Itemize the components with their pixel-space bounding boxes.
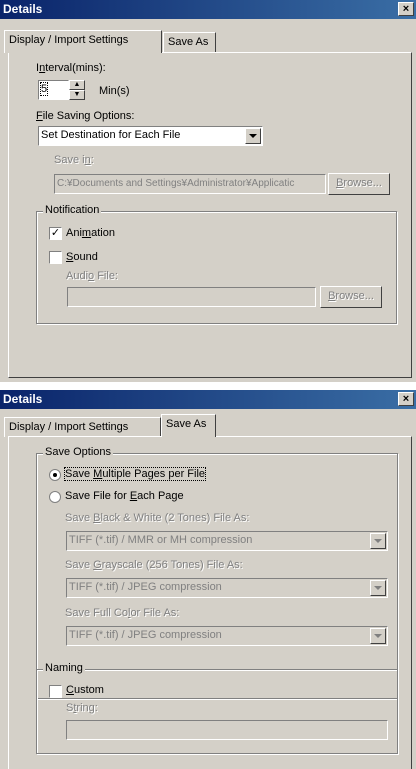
save-in-path-field: C:¥Documents and Settings¥Administrator¥… xyxy=(54,174,326,194)
full-color-format-label: Save Full Color File As: xyxy=(65,607,180,619)
naming-legend: Naming xyxy=(43,662,85,674)
tab-panel: Save Options Save Multiple Pages per Fil… xyxy=(8,436,412,769)
bw-format-label: Save Black & White (2 Tones) File As: xyxy=(65,512,250,524)
details-dialog-save-as-tab: Details × Display / Import Settings Save… xyxy=(0,390,416,769)
custom-label[interactable]: Custom xyxy=(66,684,104,696)
title-bar: Details × xyxy=(0,0,416,19)
animation-label[interactable]: Animation xyxy=(66,227,115,239)
tab-panel: Interval(mins): 5 ▲ ▼ Min(s) File Saving… xyxy=(8,52,412,378)
tab-label: Display / Import Settings xyxy=(9,421,129,433)
string-field xyxy=(66,720,388,740)
tab-save-as[interactable]: Save As xyxy=(163,32,216,52)
tab-display-import-settings[interactable]: Display / Import Settings xyxy=(4,417,161,437)
interval-spinner[interactable]: ▲ ▼ xyxy=(69,80,85,100)
grayscale-format-select: TIFF (*.tif) / JPEG compression xyxy=(66,578,388,598)
notification-group: Notification ✓ Animation Sound Audio Fil… xyxy=(36,204,397,324)
details-dialog-display-tab: Details × Display / Import Settings Save… xyxy=(0,0,416,382)
audio-file-label: Audio File: xyxy=(66,270,118,282)
notification-legend: Notification xyxy=(43,204,102,216)
sound-checkbox[interactable] xyxy=(49,251,62,264)
chevron-down-icon[interactable] xyxy=(245,128,261,144)
grayscale-format-label: Save Grayscale (256 Tones) File As: xyxy=(65,559,243,571)
dialog-title: Details xyxy=(3,392,43,406)
chevron-down-icon xyxy=(370,533,386,549)
custom-checkbox[interactable] xyxy=(49,685,62,698)
string-label: String: xyxy=(66,702,98,714)
tab-label: Save As xyxy=(166,418,207,430)
close-button[interactable]: × xyxy=(398,392,414,406)
close-button[interactable]: × xyxy=(398,2,414,16)
tab-save-as[interactable]: Save As xyxy=(161,414,216,437)
file-saving-options-select[interactable]: Set Destination for Each File xyxy=(38,126,263,146)
bw-format-select: TIFF (*.tif) / MMR or MH compression xyxy=(66,531,388,551)
chevron-down-icon xyxy=(370,580,386,596)
save-multiple-pages-radio[interactable] xyxy=(49,469,61,481)
animation-checkbox[interactable]: ✓ xyxy=(49,227,62,240)
file-saving-options-label: File Saving Options: xyxy=(36,110,135,122)
save-multiple-pages-label[interactable]: Save Multiple Pages per File xyxy=(63,467,207,481)
interval-unit: Min(s) xyxy=(99,85,130,97)
interval-label: Interval(mins): xyxy=(36,62,106,74)
spin-up-icon[interactable]: ▲ xyxy=(69,80,85,90)
save-each-page-radio[interactable] xyxy=(49,491,61,503)
spin-down-icon[interactable]: ▼ xyxy=(69,90,85,100)
audio-browse-button: Browse... xyxy=(320,286,382,308)
save-in-browse-button: Browse... xyxy=(328,173,390,195)
audio-file-field xyxy=(67,287,316,307)
save-in-label: Save in: xyxy=(54,154,94,166)
dialog-title: Details xyxy=(3,2,43,16)
naming-group: Naming Custom String: xyxy=(36,662,398,754)
full-color-format-select: TIFF (*.tif) / JPEG compression xyxy=(66,626,388,646)
title-bar: Details × xyxy=(0,390,416,409)
save-options-group: Save Options Save Multiple Pages per Fil… xyxy=(36,446,398,699)
save-each-page-label[interactable]: Save File for Each Page xyxy=(65,490,184,502)
sound-label[interactable]: Sound xyxy=(66,251,98,263)
save-options-legend: Save Options xyxy=(43,446,114,458)
interval-input[interactable]: 5 xyxy=(38,80,69,100)
chevron-down-icon xyxy=(370,628,386,644)
tab-label: Display / Import Settings xyxy=(9,34,129,46)
tab-display-import-settings[interactable]: Display / Import Settings xyxy=(4,30,162,53)
tab-label: Save As xyxy=(168,36,209,48)
